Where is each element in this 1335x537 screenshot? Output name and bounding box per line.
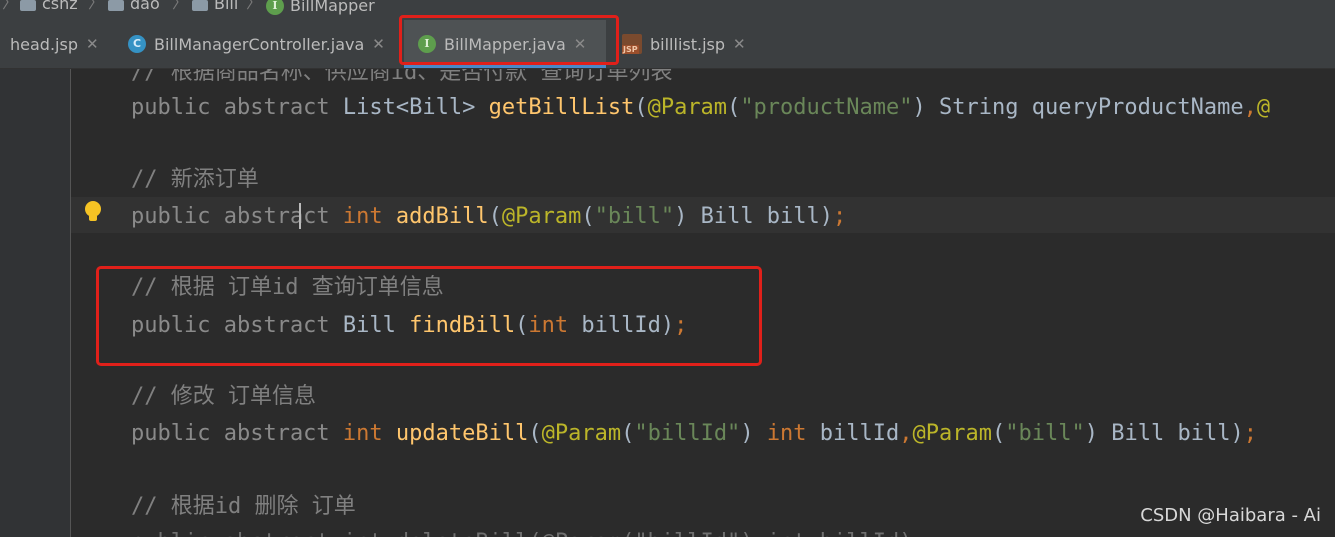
close-icon[interactable]: ✕ xyxy=(372,35,385,53)
lightbulb-icon[interactable] xyxy=(84,201,102,223)
code-comment: // 根据商品名称、供应商id、是否付款 查询订单列表 xyxy=(131,69,673,85)
folder-icon xyxy=(20,0,36,11)
chevron-right-icon: 〉 xyxy=(246,0,263,12)
watermark: CSDN @Haibara - Ai xyxy=(1140,505,1321,526)
chevron-right-icon: 〉 xyxy=(172,0,189,12)
editor-gutter xyxy=(0,69,71,537)
interface-icon: I xyxy=(266,0,284,15)
close-icon[interactable]: ✕ xyxy=(86,35,99,53)
editor-tab-bar: head.jsp ✕ C BillManagerController.java … xyxy=(0,20,1335,69)
breadcrumb: 〉 csnz 〉 dao 〉 Bill 〉 I BillMapper xyxy=(0,0,1335,20)
tab-billmanagercontroller-java[interactable]: C BillManagerController.java ✕ xyxy=(118,20,400,68)
folder-icon xyxy=(192,0,208,11)
breadcrumb-item-csnz[interactable]: csnz xyxy=(20,0,78,12)
code-line-addbill: public abstract int addBill(@Param("bill… xyxy=(131,204,847,229)
code-highlight-box xyxy=(96,266,762,366)
code-comment: // 新添订单 xyxy=(131,167,259,192)
breadcrumb-item-billmapper[interactable]: I BillMapper xyxy=(266,0,375,15)
code-line-deletebill: public abstract int deleteBill(@Param("b… xyxy=(131,525,926,537)
class-icon: C xyxy=(128,35,146,53)
tab-billlist-jsp[interactable]: JSP billlist.jsp ✕ xyxy=(612,20,758,68)
code-line-getbilllist: public abstract List<Bill> getBillList(@… xyxy=(131,95,1271,120)
code-line-updatebill: public abstract int updateBill(@Param("b… xyxy=(131,421,1257,446)
jsp-file-icon: JSP xyxy=(622,34,642,54)
code-comment: // 根据id 删除 订单 xyxy=(131,494,356,519)
chevron-right-icon: 〉 xyxy=(88,0,105,12)
chevron-right-icon: 〉 xyxy=(2,0,19,12)
folder-icon xyxy=(108,0,124,11)
close-icon[interactable]: ✕ xyxy=(733,35,746,53)
breadcrumb-item-bill[interactable]: Bill xyxy=(192,0,238,12)
text-caret xyxy=(299,203,301,229)
tab-highlight-box xyxy=(399,15,619,65)
breadcrumb-item-dao[interactable]: dao xyxy=(108,0,160,12)
tab-head-jsp[interactable]: head.jsp ✕ xyxy=(0,20,118,68)
code-comment: // 修改 订单信息 xyxy=(131,384,316,409)
